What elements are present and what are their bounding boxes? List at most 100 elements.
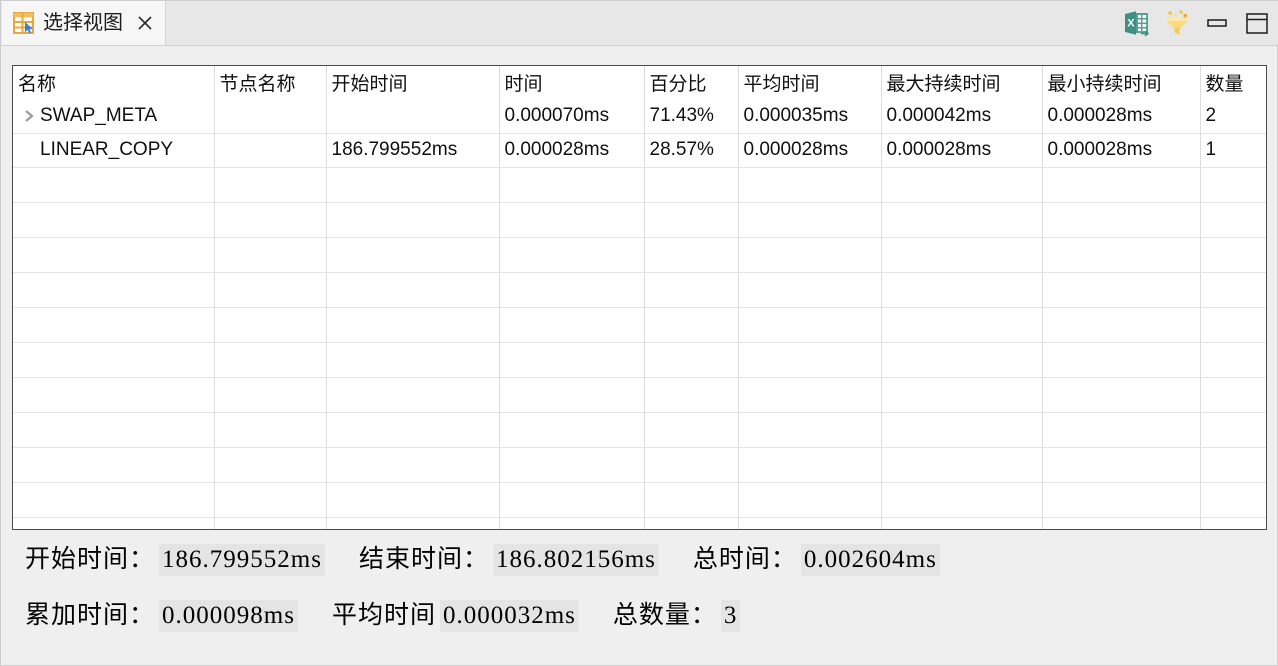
column-header-min-duration[interactable]: 最小持续时间	[1042, 66, 1201, 99]
cell-empty	[644, 517, 739, 529]
cell-name[interactable]: SWAP_META	[13, 99, 215, 134]
summary-average-time-label: 平均时间	[331, 602, 436, 629]
cell-empty	[214, 167, 327, 203]
cell-empty	[644, 447, 739, 483]
summary-total-time-label: 总时间：	[692, 546, 797, 573]
cell-empty	[1200, 447, 1266, 483]
tab-select-view[interactable]: 选择视图	[2, 1, 166, 45]
cell-empty	[1042, 342, 1201, 378]
chevron-right-icon[interactable]	[18, 109, 40, 123]
cell-empty	[326, 342, 500, 378]
table-row[interactable]	[13, 447, 1266, 483]
cell-empty	[499, 377, 645, 413]
cell-empty	[214, 412, 327, 448]
table-row[interactable]	[13, 167, 1266, 203]
cell-empty	[214, 447, 327, 483]
cell-empty	[738, 202, 882, 238]
cell-empty	[13, 447, 215, 483]
table-row[interactable]	[13, 272, 1266, 308]
cell-empty	[499, 237, 645, 273]
cell-empty	[738, 412, 882, 448]
cell-empty	[13, 272, 215, 308]
cell-empty	[881, 517, 1043, 529]
column-header-start-time[interactable]: 开始时间	[326, 66, 500, 99]
cell-empty	[499, 307, 645, 343]
summary-start-time-value: 186.799552ms	[159, 544, 325, 576]
column-header-name[interactable]: 名称	[13, 66, 215, 99]
cell-avg-time: 0.000035ms	[738, 99, 882, 134]
cell-empty	[1042, 447, 1201, 483]
table-row[interactable]	[13, 237, 1266, 273]
cell-empty	[13, 517, 215, 529]
cell-empty	[738, 482, 882, 518]
cell-empty	[326, 482, 500, 518]
cell-empty	[644, 237, 739, 273]
cell-empty	[1200, 307, 1266, 343]
cell-empty	[1200, 237, 1266, 273]
cell-empty	[881, 237, 1043, 273]
summary-accumulated-time-value: 0.000098ms	[159, 600, 298, 632]
column-header-max-duration[interactable]: 最大持续时间	[881, 66, 1043, 99]
cell-empty	[499, 447, 645, 483]
cell-empty	[1042, 307, 1201, 343]
summary-total-count-value: 3	[720, 600, 741, 632]
cell-percent: 71.43%	[644, 99, 739, 134]
cell-empty	[13, 167, 215, 203]
table-row[interactable]	[13, 412, 1266, 448]
row-name-label: LINEAR_COPY	[40, 139, 174, 160]
summary-row-2: 累加时间： 0.000098ms 平均时间 0.000032ms 总数量： 3	[25, 595, 774, 632]
cell-percent: 28.57%	[644, 133, 739, 168]
column-header-count[interactable]: 数量	[1200, 66, 1266, 99]
close-icon[interactable]	[135, 13, 155, 33]
maximize-button[interactable]	[1239, 5, 1275, 41]
cell-empty	[1200, 202, 1266, 238]
table-view-icon	[11, 10, 37, 36]
tab-label: 选择视图	[43, 12, 123, 34]
results-table[interactable]: 名称 节点名称 开始时间 时间 百分比 平均时间 最大持续时间 最小持续时间 数…	[12, 65, 1267, 530]
table-row[interactable]	[13, 517, 1266, 529]
summary-end-time-label: 结束时间：	[358, 546, 489, 573]
column-header-time[interactable]: 时间	[499, 66, 645, 99]
cell-empty	[644, 202, 739, 238]
cell-empty	[1200, 167, 1266, 203]
table-row[interactable]	[13, 482, 1266, 518]
cell-empty	[499, 167, 645, 203]
empty-rows	[13, 167, 1266, 529]
cell-empty	[1042, 202, 1201, 238]
cell-name[interactable]: LINEAR_COPY	[13, 133, 215, 168]
cell-empty	[1200, 412, 1266, 448]
cell-empty	[1200, 377, 1266, 413]
tab-bar: 选择视图 X	[1, 1, 1278, 46]
cell-empty	[214, 517, 327, 529]
cell-empty	[326, 307, 500, 343]
cell-time: 0.000028ms	[499, 133, 645, 168]
cell-empty	[326, 412, 500, 448]
column-header-percent[interactable]: 百分比	[644, 66, 739, 99]
table-row[interactable]	[13, 377, 1266, 413]
table-row[interactable]: LINEAR_COPY 186.799552ms 0.000028ms 28.5…	[13, 133, 1266, 168]
cell-empty	[881, 482, 1043, 518]
table-row[interactable]: SWAP_META 0.000070ms 71.43% 0.000035ms 0…	[13, 99, 1266, 134]
cell-empty	[881, 342, 1043, 378]
cell-empty	[214, 237, 327, 273]
cell-node-name	[214, 133, 327, 168]
column-header-avg-time[interactable]: 平均时间	[738, 66, 882, 99]
minimize-button[interactable]	[1199, 5, 1235, 41]
cell-empty	[499, 342, 645, 378]
cell-empty	[881, 307, 1043, 343]
cell-empty	[13, 202, 215, 238]
filter-button[interactable]	[1159, 5, 1195, 41]
cell-count: 1	[1200, 133, 1266, 168]
export-excel-button[interactable]: X	[1119, 5, 1155, 41]
cell-empty	[214, 202, 327, 238]
cell-empty	[738, 167, 882, 203]
table-header-row: 名称 节点名称 开始时间 时间 百分比 平均时间 最大持续时间 最小持续时间 数…	[13, 66, 1266, 99]
cell-empty	[738, 517, 882, 529]
cell-node-name	[214, 99, 327, 134]
column-header-node-name[interactable]: 节点名称	[214, 66, 327, 99]
cell-empty	[499, 412, 645, 448]
table-row[interactable]	[13, 307, 1266, 343]
table-row[interactable]	[13, 342, 1266, 378]
table-row[interactable]	[13, 202, 1266, 238]
cell-avg-time: 0.000028ms	[738, 133, 882, 168]
